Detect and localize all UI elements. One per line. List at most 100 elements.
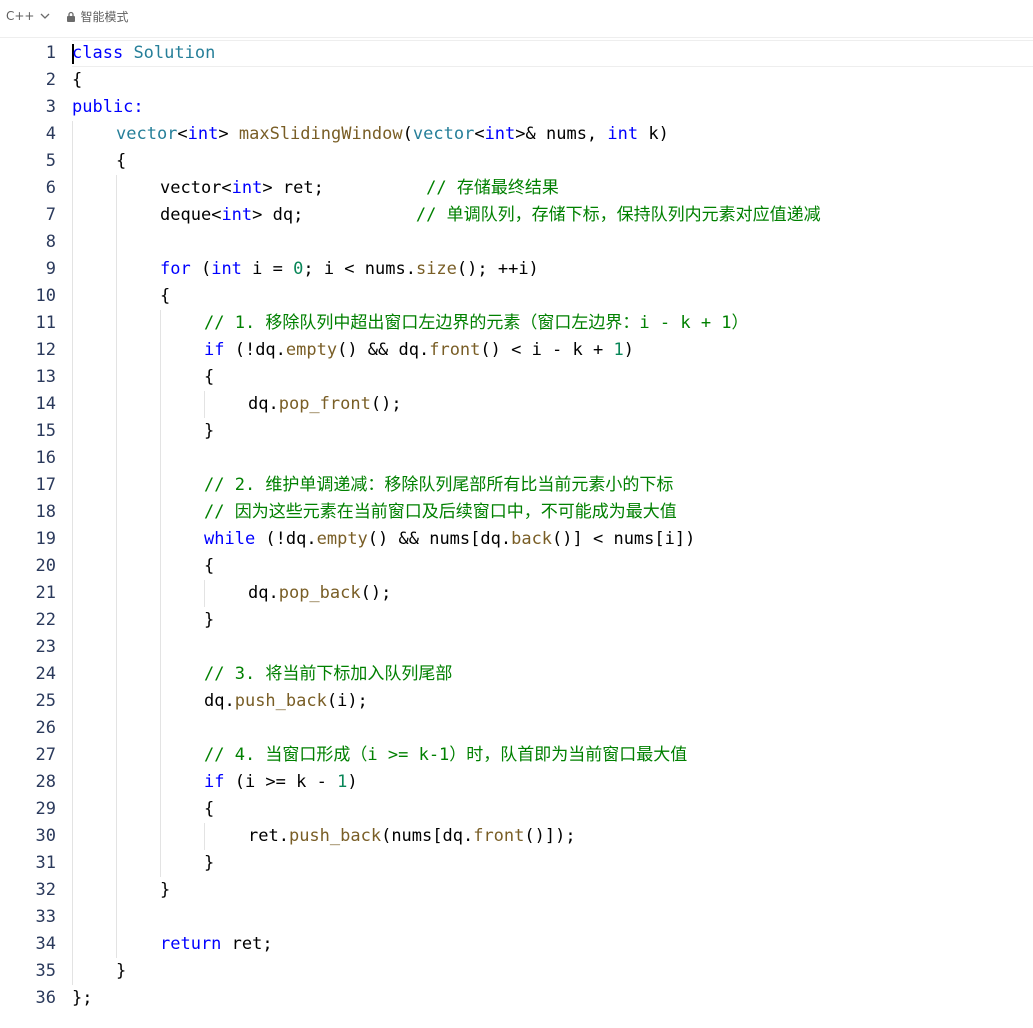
code-token: (i); xyxy=(326,691,368,711)
code-line[interactable]: 24 // 3. 将当前下标加入队列尾部 xyxy=(0,661,1033,688)
code-line[interactable]: 13 { xyxy=(0,364,1033,391)
indent-guide xyxy=(204,580,205,607)
code-line[interactable]: 26 xyxy=(0,715,1033,742)
code-line[interactable]: 25 dq.push_back(i); xyxy=(0,688,1033,715)
line-number: 25 xyxy=(35,691,56,711)
code-line[interactable]: 27 // 4. 当窗口形成（i >= k-1）时，队首即为当前窗口最大值 xyxy=(0,742,1033,769)
code-token: () && nums[dq. xyxy=(367,529,512,549)
code-line[interactable]: 34 return ret; xyxy=(0,931,1033,958)
code-text: } xyxy=(116,958,126,985)
code-line[interactable]: 9 for (int i = 0; i < nums.size(); ++i) xyxy=(0,256,1033,283)
smart-mode-indicator[interactable]: 智能模式 xyxy=(65,8,129,25)
editor-toolbar: C++ 智能模式 xyxy=(0,0,1033,32)
code-line[interactable]: 4 vector<int> maxSlidingWindow(vector<int… xyxy=(0,121,1033,148)
code-token: () && dq. xyxy=(337,340,430,360)
code-token: vector xyxy=(412,124,475,144)
code-line[interactable]: 31} xyxy=(0,850,1033,877)
indent-guide xyxy=(160,310,161,877)
code-token: if xyxy=(204,340,225,360)
line-number: 33 xyxy=(35,907,56,927)
code-line[interactable]: 6 vector<int> ret; // 存储最终结果 xyxy=(0,175,1033,202)
code-line[interactable]: 1 class Solution xyxy=(0,40,1033,67)
code-text: dq.push_back(i); xyxy=(204,688,368,715)
code-token: return xyxy=(160,934,222,954)
code-token: push_back xyxy=(234,691,327,711)
code-text: for (int i = 0; i < nums.size(); ++i) xyxy=(160,256,539,283)
code-line[interactable]: 29 { xyxy=(0,796,1033,823)
mode-label: 智能模式 xyxy=(80,9,129,24)
code-token: back xyxy=(511,529,553,549)
code-token: < xyxy=(211,205,222,225)
code-line[interactable]: 14 dq.pop_front(); xyxy=(0,391,1033,418)
code-line[interactable]: 19 while (!dq.empty() && nums[dq.back()] … xyxy=(0,526,1033,553)
code-token: { xyxy=(204,367,215,387)
code-line[interactable]: 11 // 1. 移除队列中超出窗口左边界的元素（窗口左边界：i - k + 1） xyxy=(0,310,1033,337)
code-line[interactable]: 32} xyxy=(0,877,1033,904)
code-token: while xyxy=(204,529,256,549)
code-line[interactable]: 28 if (i >= k - 1) xyxy=(0,769,1033,796)
code-token: >& nums, xyxy=(515,124,608,144)
code-text: } xyxy=(204,850,214,877)
code-line[interactable]: 12 if (!dq.empty() && dq.front() < i - k … xyxy=(0,337,1033,364)
code-token: front xyxy=(473,826,525,846)
code-token: ) xyxy=(347,772,358,792)
code-token: > ret; xyxy=(262,178,427,198)
code-token: 0 xyxy=(293,259,304,279)
code-token: if xyxy=(204,772,225,792)
code-token: dq. xyxy=(248,583,279,603)
lock-icon xyxy=(65,10,77,22)
code-line[interactable]: 8 xyxy=(0,229,1033,256)
code-line[interactable]: 16 xyxy=(0,445,1033,472)
code-token: class xyxy=(72,43,124,63)
code-line[interactable]: 10 { xyxy=(0,283,1033,310)
line-number: 5 xyxy=(45,151,56,171)
code-line[interactable]: 5{ xyxy=(0,148,1033,175)
code-line[interactable]: 20 { xyxy=(0,553,1033,580)
code-line[interactable]: 23 xyxy=(0,634,1033,661)
line-number: 26 xyxy=(35,718,56,738)
code-token: int xyxy=(607,124,639,144)
code-token: ()]); xyxy=(524,826,576,846)
code-token: ) xyxy=(623,340,634,360)
code-text: dq.pop_front(); xyxy=(248,391,402,418)
code-line[interactable]: 22} xyxy=(0,607,1033,634)
code-token: (); xyxy=(370,394,402,414)
code-text: } xyxy=(204,418,214,445)
code-line[interactable]: 2{ xyxy=(0,67,1033,94)
line-number: 3 xyxy=(45,97,56,117)
code-text: // 3. 将当前下标加入队列尾部 xyxy=(204,661,452,688)
code-token: (!dq. xyxy=(224,340,286,360)
indent-guide xyxy=(116,175,117,958)
line-number: 27 xyxy=(35,745,56,765)
code-line[interactable]: 35} xyxy=(0,958,1033,985)
code-line[interactable]: 15} xyxy=(0,418,1033,445)
code-line[interactable]: 3 public: xyxy=(0,94,1033,121)
code-token: < xyxy=(177,124,188,144)
code-line[interactable]: 18 // 因为这些元素在当前窗口及后续窗口中，不可能成为最大值 xyxy=(0,499,1033,526)
line-number: 31 xyxy=(35,853,56,873)
code-line[interactable]: 36}; xyxy=(0,985,1033,1012)
code-text: }; xyxy=(72,985,92,1012)
code-line[interactable]: 21 dq.pop_back(); xyxy=(0,580,1033,607)
code-token: < xyxy=(474,124,485,144)
code-token: (nums[dq. xyxy=(381,826,474,846)
line-number: 2 xyxy=(45,70,56,90)
line-number: 29 xyxy=(35,799,56,819)
line-number: 16 xyxy=(35,448,56,468)
code-line[interactable]: 17 // 2. 维护单调递减：移除队列尾部所有比当前元素小的下标 xyxy=(0,472,1033,499)
code-token: pop_back xyxy=(278,583,361,603)
code-token: dq. xyxy=(248,394,279,414)
code-text: if (!dq.empty() && dq.front() < i - k + … xyxy=(204,337,634,364)
line-number: 13 xyxy=(35,367,56,387)
code-text: vector<int> ret; // 存储最终结果 xyxy=(160,175,559,202)
code-token: } xyxy=(204,853,215,873)
code-token: { xyxy=(204,799,215,819)
line-number: 7 xyxy=(45,205,56,225)
code-line[interactable]: 7 deque<int> dq; // 单调队列，存储下标，保持队列内元素对应值递… xyxy=(0,202,1033,229)
code-editor[interactable]: 1 class Solution 2{3 public: 4 vector<int> ma… xyxy=(0,40,1033,1028)
code-text: class Solution xyxy=(72,40,215,67)
code-line[interactable]: 33 xyxy=(0,904,1033,931)
language-selector[interactable]: C++ xyxy=(6,9,51,23)
code-line[interactable]: 30 ret.push_back(nums[dq.front()]); xyxy=(0,823,1033,850)
code-text: // 2. 维护单调递减：移除队列尾部所有比当前元素小的下标 xyxy=(204,472,673,499)
